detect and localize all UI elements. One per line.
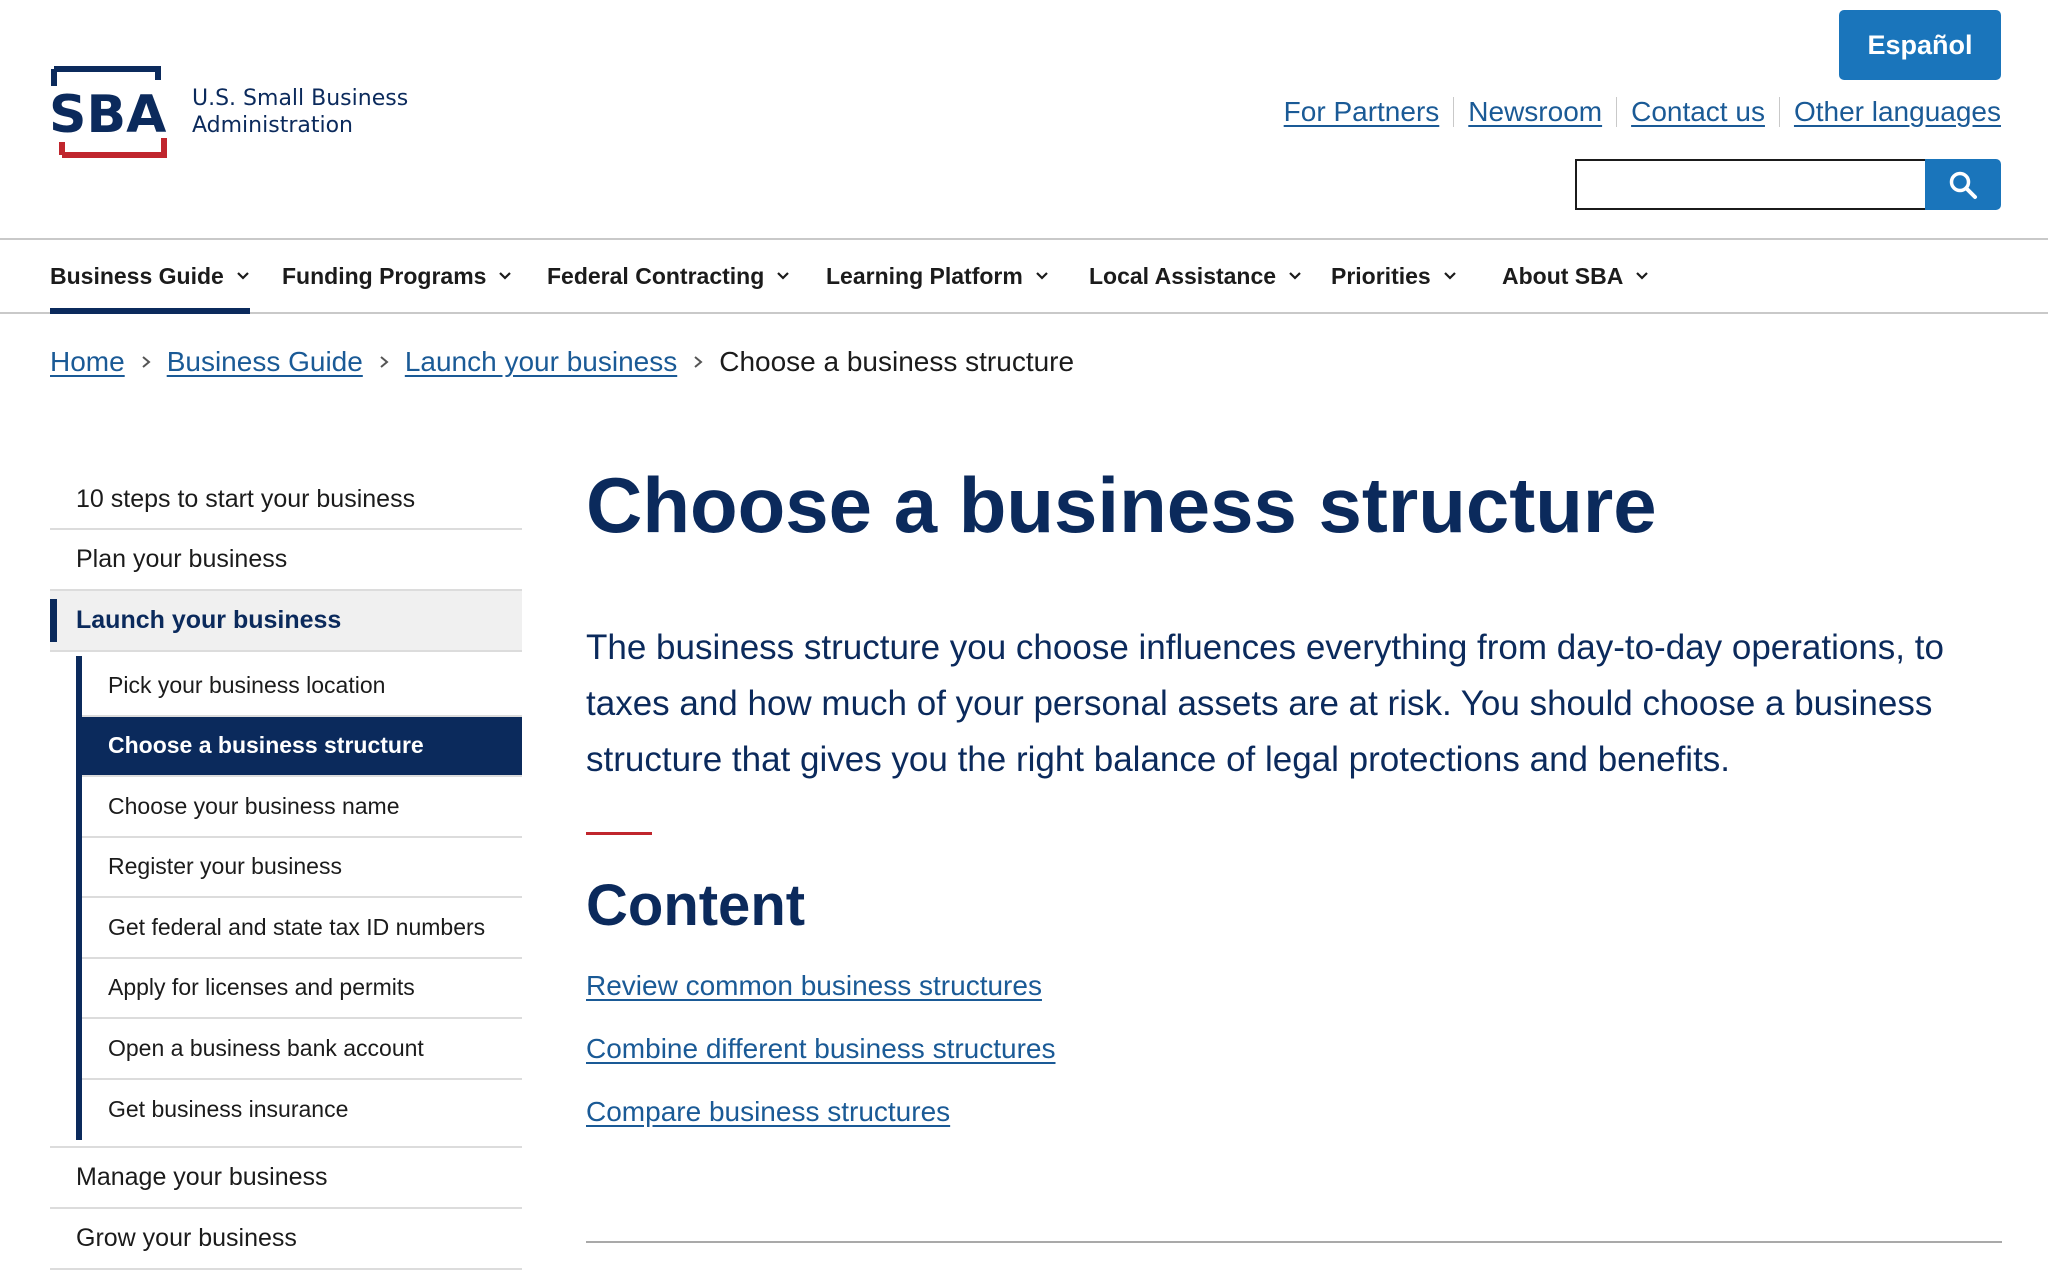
toc-link-compare[interactable]: Compare business structures [586, 1095, 2002, 1129]
nav-priorities[interactable]: Priorities [1331, 240, 1457, 312]
sidebar-subitem-label: Apply for licenses and permits [108, 974, 415, 1001]
other-languages-link[interactable]: Other languages [1794, 96, 2001, 128]
utility-divider [1453, 97, 1455, 127]
sba-logo-mark: SBA [48, 66, 170, 158]
sidebar-item-launch[interactable]: Launch your business [50, 591, 522, 652]
nav-label: Business Guide [50, 262, 224, 289]
logo-text-line1: U.S. Small Business [192, 86, 409, 111]
accent-divider [586, 832, 652, 835]
sidebar-subitem-insurance[interactable]: Get business insurance [82, 1080, 522, 1141]
nav-local-assistance[interactable]: Local Assistance [1089, 240, 1302, 312]
sidebar-item-10-steps[interactable]: 10 steps to start your business [50, 470, 522, 530]
nav-business-guide[interactable]: Business Guide [50, 240, 250, 314]
sba-logo-letters: SBA [49, 85, 166, 145]
chevron-right-icon [380, 356, 389, 368]
sidebar-subitem-licenses[interactable]: Apply for licenses and permits [82, 959, 522, 1019]
newsroom-link[interactable]: Newsroom [1468, 96, 1602, 128]
logo-text-line2: Administration [192, 113, 353, 138]
utility-divider [1616, 97, 1618, 127]
toc-link-combine[interactable]: Combine different business structures [586, 1032, 2002, 1066]
chevron-down-icon [1636, 272, 1649, 280]
sidebar-subitem-structure[interactable]: Choose a business structure [82, 716, 522, 777]
chevron-down-icon [1289, 272, 1301, 280]
nav-learning-platform[interactable]: Learning Platform [826, 240, 1049, 312]
chevron-down-icon [777, 272, 790, 280]
nav-label: Learning Platform [826, 262, 1023, 289]
sidebar-subitem-label: Choose a business structure [108, 732, 424, 759]
chevron-right-icon [142, 356, 151, 368]
nav-label: Federal Contracting [547, 262, 765, 289]
sidebar-item-label: 10 steps to start your business [76, 484, 416, 513]
nav-funding-programs[interactable]: Funding Programs [282, 240, 512, 312]
sidebar-subitem-location[interactable]: Pick your business location [82, 656, 522, 717]
chevron-down-icon [1443, 272, 1456, 280]
sidebar-item-label: Launch your business [76, 606, 342, 634]
sidebar-item-label: Grow your business [76, 1224, 297, 1252]
nav-federal-contracting[interactable]: Federal Contracting [547, 240, 790, 312]
sidebar-subnav: Pick your business location Choose a bus… [50, 652, 522, 1148]
breadcrumb-current: Choose a business structure [719, 346, 1075, 377]
contact-us-link[interactable]: Contact us [1631, 96, 1765, 128]
sidebar-subitem-label: Choose your business name [108, 792, 400, 819]
sidebar-subitem-label: Get business insurance [108, 1096, 349, 1123]
sidebar-item-label: Plan your business [76, 545, 288, 573]
chevron-right-icon [694, 356, 703, 368]
sidebar-nav: 10 steps to start your business Plan you… [50, 470, 522, 1270]
page-title: Choose a business structure [586, 461, 1657, 549]
sidebar-subitem-register[interactable]: Register your business [82, 838, 522, 898]
sidebar-subitem-label: Get federal and state tax ID numbers [108, 913, 486, 940]
breadcrumb-business-guide[interactable]: Business Guide [167, 346, 363, 378]
sidebar-item-grow[interactable]: Grow your business [50, 1209, 522, 1270]
sidebar-item-label: Manage your business [76, 1163, 328, 1191]
sidebar-subitem-name[interactable]: Choose your business name [82, 777, 522, 838]
search-form [1575, 159, 2001, 210]
utility-links: For Partners Newsroom Contact us Other l… [1284, 96, 2001, 128]
utility-divider [1778, 97, 1780, 127]
lead-paragraph: The business structure you choose influe… [586, 628, 1944, 779]
espanol-button[interactable]: Español [1839, 10, 2001, 80]
content-heading: Content [586, 873, 806, 938]
search-input[interactable] [1575, 159, 1925, 210]
sidebar-subitem-label: Pick your business location [108, 671, 386, 698]
main-nav: Business Guide Funding Programs Federal … [0, 238, 2048, 314]
sidebar-subitem-label: Open a business bank account [108, 1034, 424, 1061]
nav-label: About SBA [1502, 262, 1624, 289]
nav-label: Local Assistance [1089, 262, 1277, 289]
sidebar-item-plan[interactable]: Plan your business [50, 530, 522, 591]
table-of-contents: Review common business structures Combin… [586, 969, 2002, 1129]
search-button[interactable] [1925, 159, 2001, 210]
sidebar-subitem-label: Register your business [108, 853, 342, 880]
main-content: Choose a business structure The business… [586, 460, 2002, 1158]
nav-label: Priorities [1331, 262, 1431, 289]
sidebar-subitem-tax-id[interactable]: Get federal and state tax ID numbers [82, 898, 522, 959]
sidebar-subitem-bank-account[interactable]: Open a business bank account [82, 1019, 522, 1080]
section-divider [586, 1241, 2002, 1243]
toc-link-review[interactable]: Review common business structures [586, 969, 2002, 1003]
site-header: SBA U.S. Small Business Administration E… [0, 0, 2048, 238]
logo-text: U.S. Small Business Administration [192, 85, 408, 139]
nav-label: Funding Programs [282, 262, 487, 289]
breadcrumb: Home Business Guide Launch your business… [50, 346, 1074, 378]
search-icon [1949, 171, 1977, 199]
chevron-down-icon [237, 272, 249, 280]
sba-logo[interactable]: SBA U.S. Small Business Administration [48, 66, 408, 158]
nav-about-sba[interactable]: About SBA [1502, 240, 1649, 312]
sidebar-item-manage[interactable]: Manage your business [50, 1148, 522, 1209]
breadcrumb-launch-your-business[interactable]: Launch your business [405, 346, 677, 378]
chevron-down-icon [499, 272, 512, 280]
for-partners-link[interactable]: For Partners [1284, 96, 1440, 128]
chevron-down-icon [1036, 272, 1048, 280]
breadcrumb-home[interactable]: Home [50, 346, 125, 378]
